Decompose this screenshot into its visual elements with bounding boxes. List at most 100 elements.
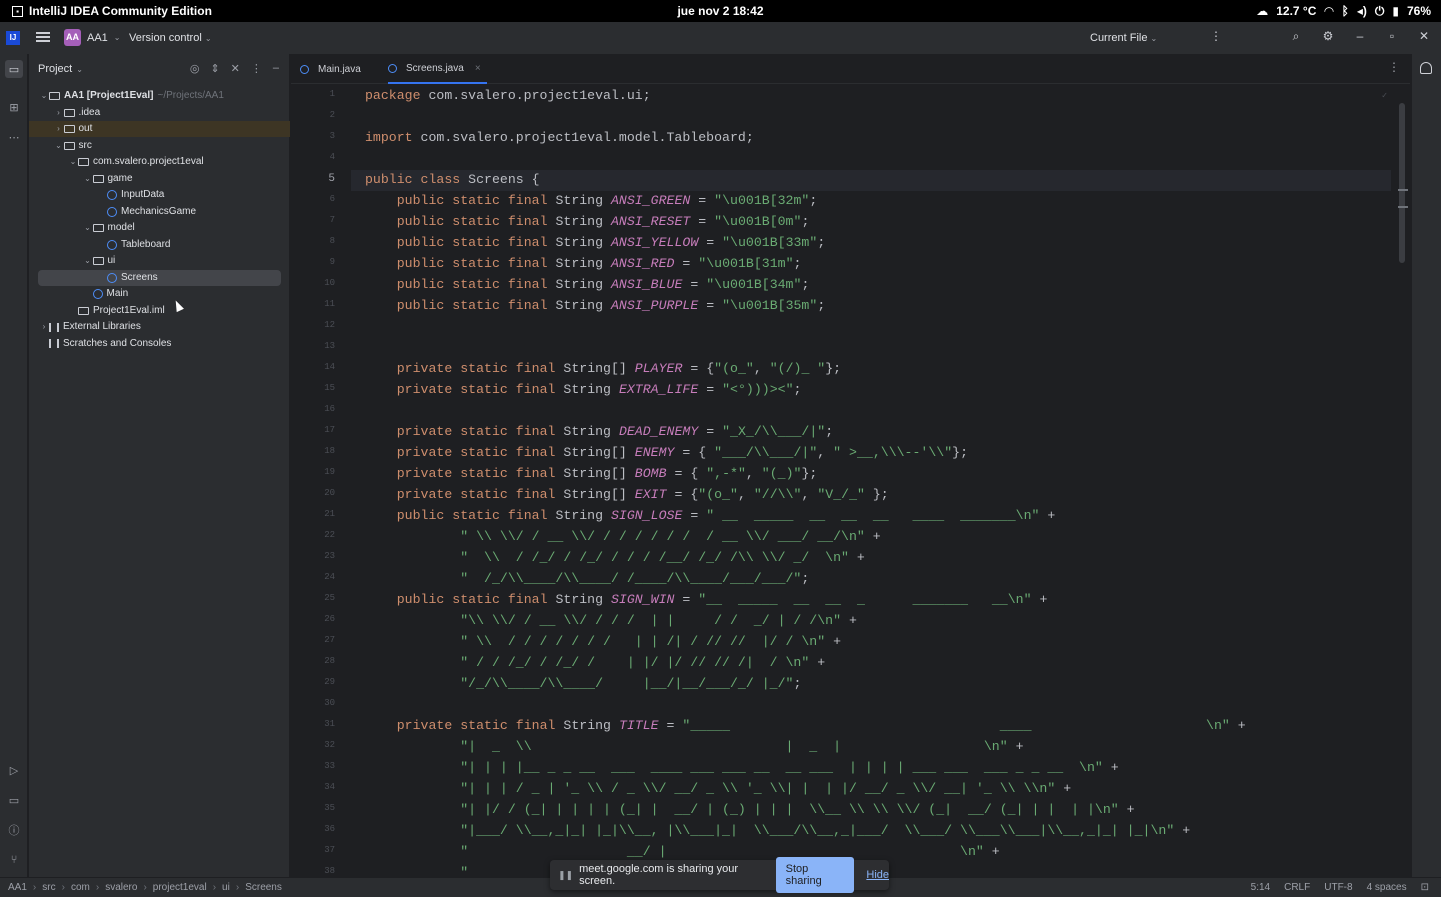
os-status-area[interactable]: ☁ 12.7 °C ◠ ᛒ ◂) ⏻ ▮ 76% <box>1256 4 1431 19</box>
file-encoding[interactable]: UTF-8 <box>1324 882 1352 893</box>
tree-item-label: Project1Eval.iml <box>93 304 165 316</box>
tree-item[interactable]: Screens <box>38 269 281 286</box>
chevron-down-icon[interactable]: ⌄ <box>83 253 93 269</box>
breadcrumb-item[interactable]: AA1 <box>8 882 27 893</box>
search-icon[interactable]: ⌕ <box>1289 29 1303 43</box>
chevron-down-icon[interactable]: ⌄ <box>83 220 93 236</box>
structure-tool-icon[interactable]: ⊞ <box>5 98 23 116</box>
indent-setting[interactable]: 4 spaces <box>1367 882 1407 893</box>
line-number: 1 <box>329 89 335 99</box>
scratches-icon <box>49 339 59 348</box>
tree-item-label: out <box>78 123 93 134</box>
tree-item[interactable]: ⌄ AA1 [Project1Eval] ~/Projects/AA1 <box>29 88 290 104</box>
tree-item[interactable]: › External Libraries <box>29 319 290 335</box>
code-line: " \\ / / / / / / / | | /| / // // |/ / \… <box>460 634 842 649</box>
stop-sharing-button[interactable]: Stop sharing <box>775 857 855 893</box>
breadcrumb-item[interactable]: src <box>42 882 55 893</box>
settings-gear-icon[interactable]: ⚙ <box>1321 29 1335 43</box>
code-line: public class Screens { <box>365 172 540 187</box>
tree-item[interactable]: ⌄ ui <box>29 253 290 269</box>
hide-panel-icon[interactable]: – <box>273 62 279 75</box>
os-app-menu[interactable]: ▪ IntelliJ IDEA Community Edition <box>12 4 212 18</box>
code-editor[interactable]: 1 2 3 4 5 6 7 8 9 10 11 12 13 14 15 16 17 18 19 20 21 22 23 24 2… <box>291 85 1410 877</box>
version-control-menu[interactable]: Version control ⌄ <box>129 32 212 44</box>
maximize-icon[interactable]: ▫ <box>1385 29 1399 43</box>
line-number: 10 <box>324 278 335 288</box>
expand-collapse-icon[interactable]: ⇕ <box>210 62 219 75</box>
code-line: " __/ | \n" + <box>460 844 1000 859</box>
tree-item[interactable]: ⌄ com.svalero.project1eval <box>29 154 290 170</box>
code-line: "| _ \\ | _ | \n" + <box>460 739 1024 754</box>
notifications-bell-icon[interactable] <box>1420 62 1432 74</box>
inspection-widget[interactable]: ✓ <box>1381 91 1388 100</box>
project-switcher[interactable]: AA AA1 ⌄ <box>64 29 121 46</box>
code-line: private static final String DEAD_ENEMY =… <box>396 424 834 439</box>
chevron-down-icon: ⌄ <box>1150 34 1158 43</box>
tree-item[interactable]: Main <box>29 286 290 302</box>
tab-screens-java[interactable]: Screens.java × <box>388 54 487 84</box>
code-line: import com.svalero.project1eval.model.Ta… <box>365 130 754 145</box>
hide-banner-link[interactable]: Hide <box>866 869 889 881</box>
chevron-down-icon[interactable]: ⌄ <box>39 88 49 104</box>
library-icon <box>49 322 59 332</box>
chevron-down-icon[interactable]: ⌄ <box>68 154 78 170</box>
os-clock[interactable]: jue nov 2 18:42 <box>0 4 1441 18</box>
tree-item[interactable]: MechanicsGame <box>29 204 290 220</box>
tree-item[interactable]: › out <box>29 121 290 137</box>
breadcrumb-item[interactable]: com <box>71 882 90 893</box>
main-menu-icon[interactable] <box>36 30 50 44</box>
breadcrumb: AA1 › src › com › svalero › project1eval › ui › Scre… <box>8 882 282 893</box>
tree-item[interactable]: Scratches and Consoles <box>29 336 290 352</box>
line-number: 24 <box>324 572 335 582</box>
close-tab-icon[interactable]: × <box>475 63 481 74</box>
services-run-icon[interactable]: ▷ <box>5 761 23 779</box>
caret-position[interactable]: 5:14 <box>1251 882 1270 893</box>
chevron-right-icon[interactable]: › <box>54 121 64 137</box>
tree-item[interactable]: Tableboard <box>29 237 290 253</box>
code-line: public static final String SIGN_WIN = "_… <box>396 592 1048 607</box>
git-branch-icon[interactable]: ⑂ <box>5 851 23 869</box>
locate-target-icon[interactable]: ◎ <box>190 62 200 75</box>
line-number: 23 <box>324 551 335 561</box>
breadcrumb-item[interactable]: ui <box>222 882 230 893</box>
minimize-icon[interactable]: – <box>1353 29 1367 43</box>
more-tools-icon[interactable]: ⋯ <box>5 128 23 146</box>
tab-main-java[interactable]: Main.java <box>300 54 361 84</box>
breadcrumb-item[interactable]: svalero <box>105 882 137 893</box>
breadcrumb-item[interactable]: Screens <box>245 882 282 893</box>
java-class-icon <box>300 64 309 74</box>
editor-scrollbar[interactable] <box>1399 103 1405 263</box>
breadcrumb-item[interactable]: project1eval <box>153 882 207 893</box>
chevron-down-icon[interactable]: ⌄ <box>83 171 93 187</box>
chevron-right-icon[interactable]: › <box>39 319 49 335</box>
read-only-lock-icon[interactable]: ⊡ <box>1421 882 1429 893</box>
tree-item-label: src <box>78 139 92 151</box>
line-separator[interactable]: CRLF <box>1284 882 1310 893</box>
tree-item[interactable]: Project1Eval.iml <box>29 303 290 319</box>
collapse-all-icon[interactable]: ✕ <box>231 62 240 75</box>
java-class-icon <box>107 190 117 200</box>
options-icon[interactable]: ⋮ <box>251 62 262 75</box>
tree-item[interactable]: InputData <box>29 187 290 203</box>
chevron-right-icon[interactable]: › <box>54 105 64 121</box>
java-class-icon <box>388 63 397 73</box>
line-number: 19 <box>324 467 335 477</box>
line-number: 13 <box>324 341 335 351</box>
temperature: 12.7 °C <box>1276 4 1317 18</box>
terminal-icon[interactable]: ▭ <box>5 791 23 809</box>
run-config-selector[interactable]: Current File ⌄ <box>1090 32 1157 44</box>
project-tool-folder-icon[interactable]: ▭ <box>5 60 23 78</box>
tree-item[interactable]: › .idea <box>29 105 290 121</box>
tree-item[interactable]: ⌄ model <box>29 220 290 236</box>
line-number: 6 <box>329 194 335 204</box>
close-icon[interactable]: ✕ <box>1417 29 1431 43</box>
tree-item[interactable]: ⌄ game <box>29 171 290 187</box>
line-number: 11 <box>324 299 335 309</box>
chevron-down-icon[interactable]: ⌄ <box>54 138 64 154</box>
editor-tabs-more-icon[interactable]: ⋮ <box>1388 60 1400 74</box>
code-line: " \\ \\/ / __ \\/ / / / / / / / __ \\/ _… <box>460 529 881 544</box>
problems-icon[interactable]: ⓘ <box>5 821 23 839</box>
more-actions-icon[interactable]: ⋮ <box>1209 29 1223 43</box>
tree-item[interactable]: ⌄ src <box>29 138 290 154</box>
os-top-bar: ▪ IntelliJ IDEA Community Edition jue no… <box>0 0 1441 22</box>
